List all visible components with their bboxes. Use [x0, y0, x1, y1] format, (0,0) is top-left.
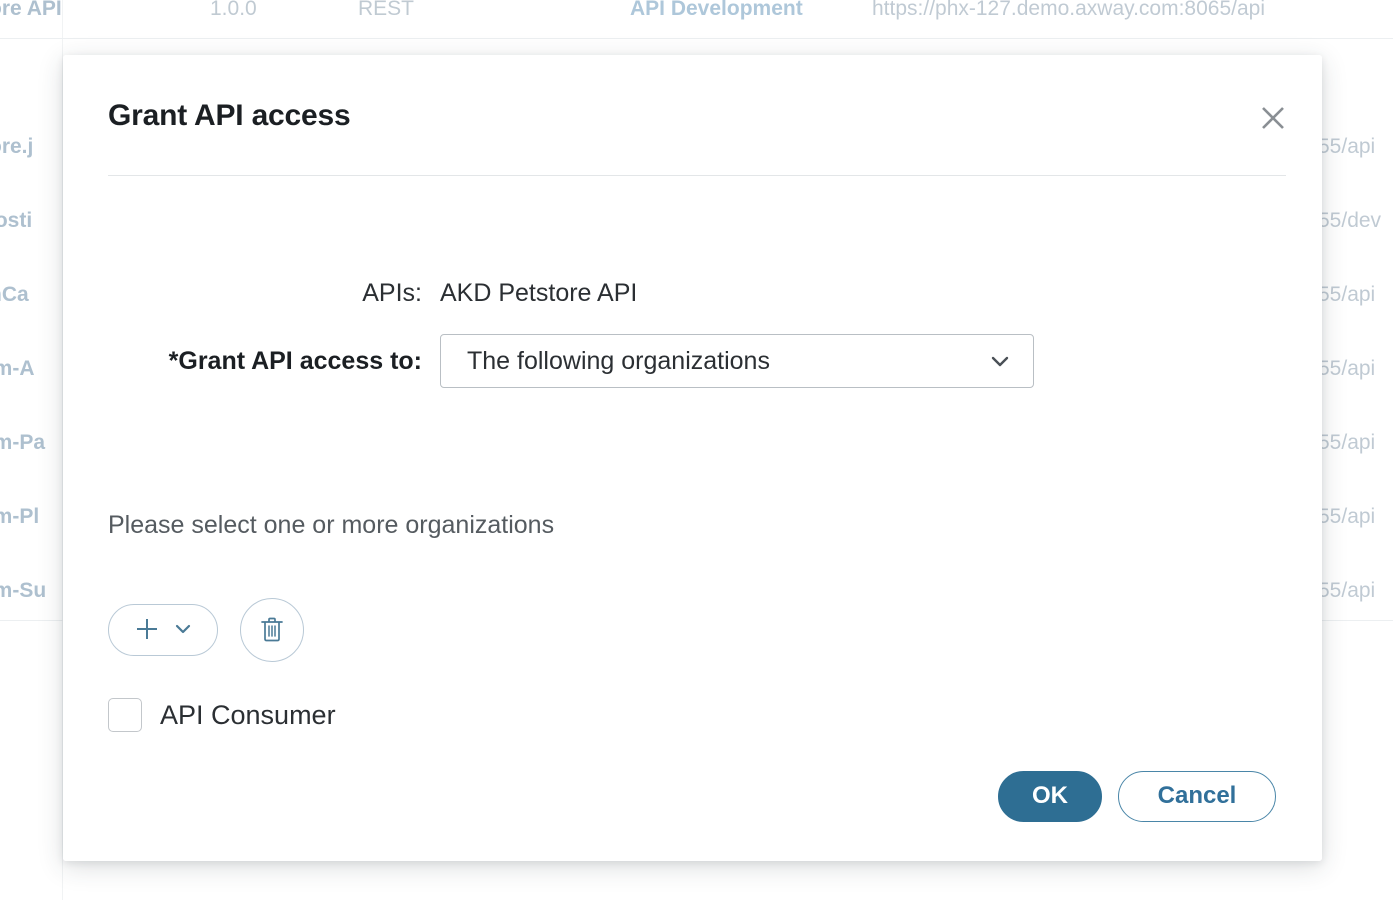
table-cell-name: tore API — [0, 0, 62, 20]
grant-access-select-value: The following organizations — [467, 346, 770, 375]
list-item[interactable]: API Consumer — [108, 698, 336, 732]
table-row-separator — [0, 38, 1393, 39]
table-cell-url: 55/api — [1318, 357, 1376, 380]
table-cell-url: https://phx-127.demo.axway.com:8065/api — [872, 0, 1266, 20]
organizations-hint: Please select one or more organizations — [108, 511, 555, 539]
chevron-down-icon — [987, 348, 1013, 374]
table-cell-version: 1.0.0 — [210, 0, 257, 20]
plus-icon — [132, 614, 162, 647]
grant-access-label: *Grant API access to: — [168, 346, 422, 375]
table-cell-url: 55/dev — [1318, 209, 1382, 232]
table-cell-name: em-Pl — [0, 505, 40, 528]
dialog-footer: OK Cancel — [63, 731, 1322, 861]
add-organization-button[interactable] — [108, 604, 218, 656]
grant-access-field-row: *Grant API access to: The following orga… — [63, 334, 1322, 388]
table-cell-org: API Development — [630, 0, 803, 20]
grant-api-access-dialog: Grant API access APIs: AKD Petstore API … — [63, 55, 1322, 861]
ok-button[interactable]: OK — [998, 770, 1102, 822]
table-cell-url: 55/api — [1318, 431, 1376, 454]
table-cell-name: em-Pa — [0, 431, 46, 454]
cancel-button[interactable]: Cancel — [1118, 770, 1276, 822]
apis-label: APIs: — [362, 278, 422, 307]
table-cell-name: tore.j — [0, 135, 34, 158]
table-cell-url: 55/api — [1318, 283, 1376, 306]
chevron-down-icon — [172, 618, 194, 643]
grant-access-select-wrapper: The following organizations — [440, 334, 1034, 388]
apis-value: AKD Petstore API — [440, 278, 638, 307]
table-cell-url: 55/api — [1318, 135, 1376, 158]
table-cell-name: em-A — [0, 357, 35, 380]
organization-label: API Consumer — [160, 699, 336, 730]
dialog-body: APIs: AKD Petstore API *Grant API access… — [63, 176, 1322, 796]
trash-icon — [256, 613, 288, 648]
organization-toolbar — [108, 598, 304, 662]
table-cell-name: em-Su — [0, 579, 47, 602]
delete-organization-button[interactable] — [240, 598, 304, 662]
grant-access-select[interactable]: The following organizations — [440, 334, 1034, 388]
organization-checkbox[interactable] — [108, 698, 142, 732]
dialog-title: Grant API access — [108, 99, 351, 132]
close-icon[interactable] — [1256, 101, 1290, 135]
table-cell-name: nosti — [0, 209, 33, 232]
apis-field-row: APIs: AKD Petstore API — [63, 277, 1322, 309]
table-cell-type: REST — [358, 0, 415, 20]
table-cell-url: 55/api — [1318, 579, 1376, 602]
table-cell-name: thCa — [0, 283, 29, 306]
dialog-header: Grant API access — [63, 55, 1322, 175]
table-cell-url: 55/api — [1318, 505, 1376, 528]
